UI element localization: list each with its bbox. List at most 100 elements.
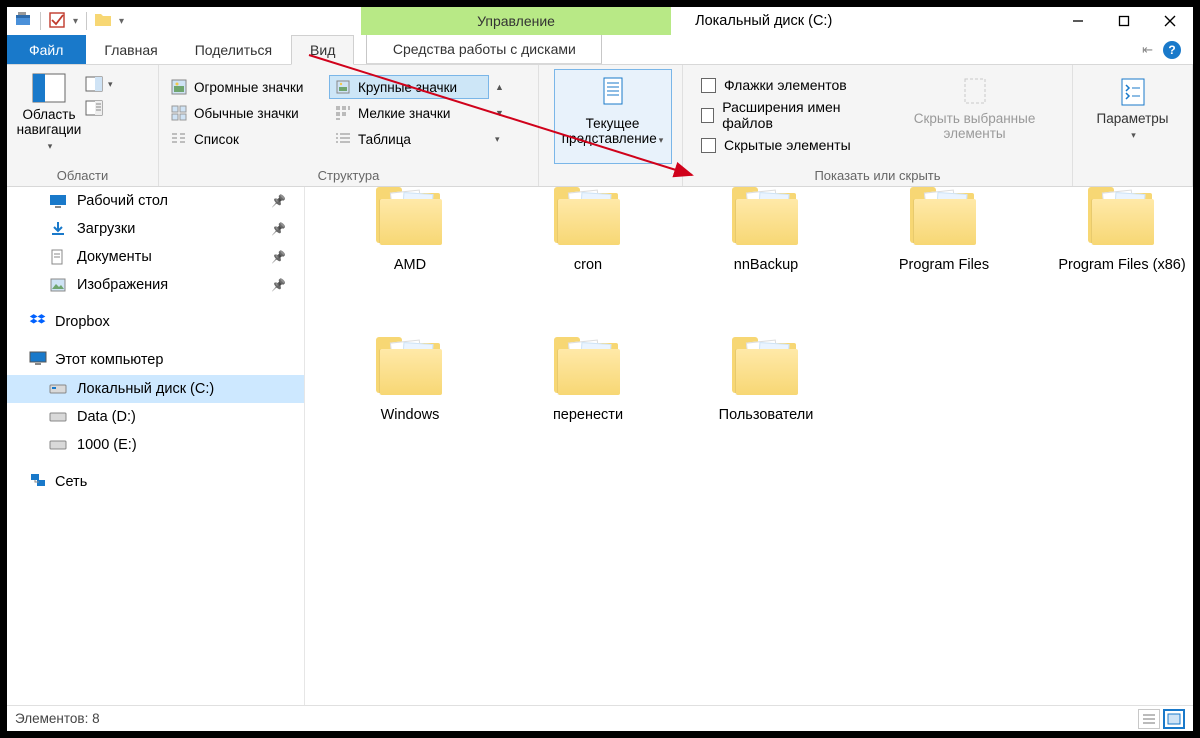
sidebar-item-downloads[interactable]: Загрузки (7, 215, 304, 243)
file-extensions-toggle[interactable]: Расширения имен файлов (701, 99, 871, 131)
minimize-button[interactable] (1055, 7, 1101, 35)
layout-large-label: Крупные значки (358, 80, 457, 95)
layout-more-button[interactable]: ▾ (495, 134, 511, 144)
folder-item[interactable]: Program Files (x86) (1037, 187, 1193, 317)
this-pc-icon (29, 349, 47, 371)
close-button[interactable] (1147, 7, 1193, 35)
folder-item[interactable]: cron (503, 187, 673, 317)
folder-item[interactable]: nnBackup (681, 187, 851, 317)
qat-properties-icon[interactable] (48, 11, 66, 32)
current-view-button[interactable]: Текущее представление▾ (554, 69, 672, 164)
folder-icon (1084, 187, 1160, 251)
sidebar-item-this-pc[interactable]: Этот компьютер (7, 345, 304, 375)
sidebar-item-pictures[interactable]: Изображения (7, 271, 304, 299)
options-label: Параметры (1097, 111, 1169, 126)
options-button[interactable]: Параметры▾ (1087, 69, 1179, 143)
sidebar-item-data-d[interactable]: Data (D:) (7, 403, 304, 431)
navigation-sidebar[interactable]: Рабочий стол Загрузки Документы Изображе… (7, 187, 305, 705)
show-hide-group-label: Показать или скрыть (683, 166, 1072, 186)
layout-table[interactable]: Таблица (329, 127, 489, 151)
help-icon[interactable]: ? (1163, 41, 1181, 59)
layout-list-label: Список (194, 132, 239, 147)
sidebar-item-label: Локальный диск (C:) (77, 381, 214, 397)
sidebar-item-label: Dropbox (55, 314, 110, 330)
folder-label: Windows (381, 401, 440, 423)
checkbox-icon (701, 108, 714, 123)
maximize-button[interactable] (1101, 7, 1147, 35)
contextual-tab-header: Управление (361, 7, 671, 35)
desktop-icon (49, 192, 67, 210)
view-details-button[interactable] (1138, 709, 1160, 729)
folder-icon (906, 187, 982, 251)
checkbox-icon (701, 138, 716, 153)
layout-extra-large[interactable]: Огромные значки (165, 75, 325, 99)
qat-properties-dropdown[interactable]: ▾ (72, 16, 79, 27)
dropbox-icon (29, 311, 47, 333)
item-checkboxes-toggle[interactable]: Флажки элементов (701, 77, 871, 93)
checkbox-icon (701, 78, 716, 93)
sidebar-item-local-c[interactable]: Локальный диск (C:) (7, 375, 304, 403)
tab-file[interactable]: Файл (7, 35, 86, 64)
downloads-icon (49, 220, 67, 238)
layout-extra-large-label: Огромные значки (194, 80, 303, 95)
file-list[interactable]: AMD cron nnBackup Program Files Program File… (305, 187, 1193, 705)
folder-icon (728, 337, 804, 401)
layout-group-label: Структура (159, 166, 538, 186)
tab-share[interactable]: Поделиться (177, 35, 291, 64)
sidebar-item-dropbox[interactable]: Dropbox (7, 307, 304, 337)
hidden-items-label: Скрытые элементы (724, 137, 851, 153)
folder-label: AMD (394, 251, 426, 273)
sidebar-item-label: Документы (77, 249, 152, 265)
folder-item[interactable]: Пользователи (681, 337, 851, 467)
window-title: Локальный диск (C:) (671, 7, 1055, 35)
drive-icon (49, 408, 67, 426)
folder-item[interactable]: AMD (325, 187, 495, 317)
folder-label: Пользователи (719, 401, 814, 423)
explorer-icon (15, 11, 33, 32)
item-checkboxes-label: Флажки элементов (724, 77, 847, 93)
sidebar-item-label: Data (D:) (77, 409, 136, 425)
folder-icon (372, 187, 448, 251)
navigation-pane-button[interactable]: Область навигации ▾ (13, 69, 85, 154)
folder-icon (728, 187, 804, 251)
folder-item[interactable]: Program Files (859, 187, 1029, 317)
folder-label: cron (574, 251, 602, 273)
preview-pane-button[interactable]: ▾ (85, 75, 113, 93)
tab-home[interactable]: Главная (86, 35, 176, 64)
tab-view[interactable]: Вид (291, 35, 354, 65)
qat-folder-icon[interactable] (94, 11, 112, 32)
folder-item[interactable]: перенести (503, 337, 673, 467)
sidebar-item-label: 1000 (E:) (77, 437, 137, 453)
sidebar-item-desktop[interactable]: Рабочий стол (7, 187, 304, 215)
sidebar-item-label: Изображения (77, 277, 168, 293)
layout-scroll-up[interactable]: ▲ (495, 82, 511, 92)
pin-ribbon-icon[interactable]: ⇤ (1142, 42, 1153, 58)
folder-label: Program Files (899, 251, 989, 273)
folder-label: перенести (553, 401, 623, 423)
sidebar-item-label: Сеть (55, 474, 87, 490)
layout-list[interactable]: Список (165, 127, 325, 151)
view-large-icons-button[interactable] (1163, 709, 1185, 729)
sidebar-item-network[interactable]: Сеть (7, 467, 304, 497)
sidebar-item-documents[interactable]: Документы (7, 243, 304, 271)
hide-selected-label: Скрыть выбранные элементы (893, 111, 1056, 141)
tab-drive-tools[interactable]: Средства работы с дисками (366, 35, 602, 64)
status-item-count: Элементов: 8 (15, 711, 100, 726)
hidden-items-toggle[interactable]: Скрытые элементы (701, 137, 871, 153)
layout-large[interactable]: Крупные значки (329, 75, 489, 99)
folder-item[interactable]: Windows (325, 337, 495, 467)
qat-customize-icon[interactable]: ▾ (118, 16, 125, 27)
layout-scroll-down[interactable]: ▼ (495, 108, 511, 118)
sidebar-item-label: Загрузки (77, 221, 135, 237)
folder-label: Program Files (x86) (1058, 251, 1185, 273)
ribbon: Область навигации ▾ ▾ Области (7, 65, 1193, 187)
layout-table-label: Таблица (358, 132, 411, 147)
titlebar: ▾ ▾ Управление Локальный диск (C:) (7, 7, 1193, 35)
quick-access-toolbar: ▾ ▾ (7, 7, 133, 35)
layout-small[interactable]: Мелкие значки (329, 101, 489, 125)
details-pane-button[interactable] (85, 99, 113, 117)
layout-medium[interactable]: Обычные значки (165, 101, 325, 125)
current-view-label: Текущее представление (562, 116, 657, 146)
folder-icon (550, 187, 626, 251)
sidebar-item-1000-e[interactable]: 1000 (E:) (7, 431, 304, 459)
